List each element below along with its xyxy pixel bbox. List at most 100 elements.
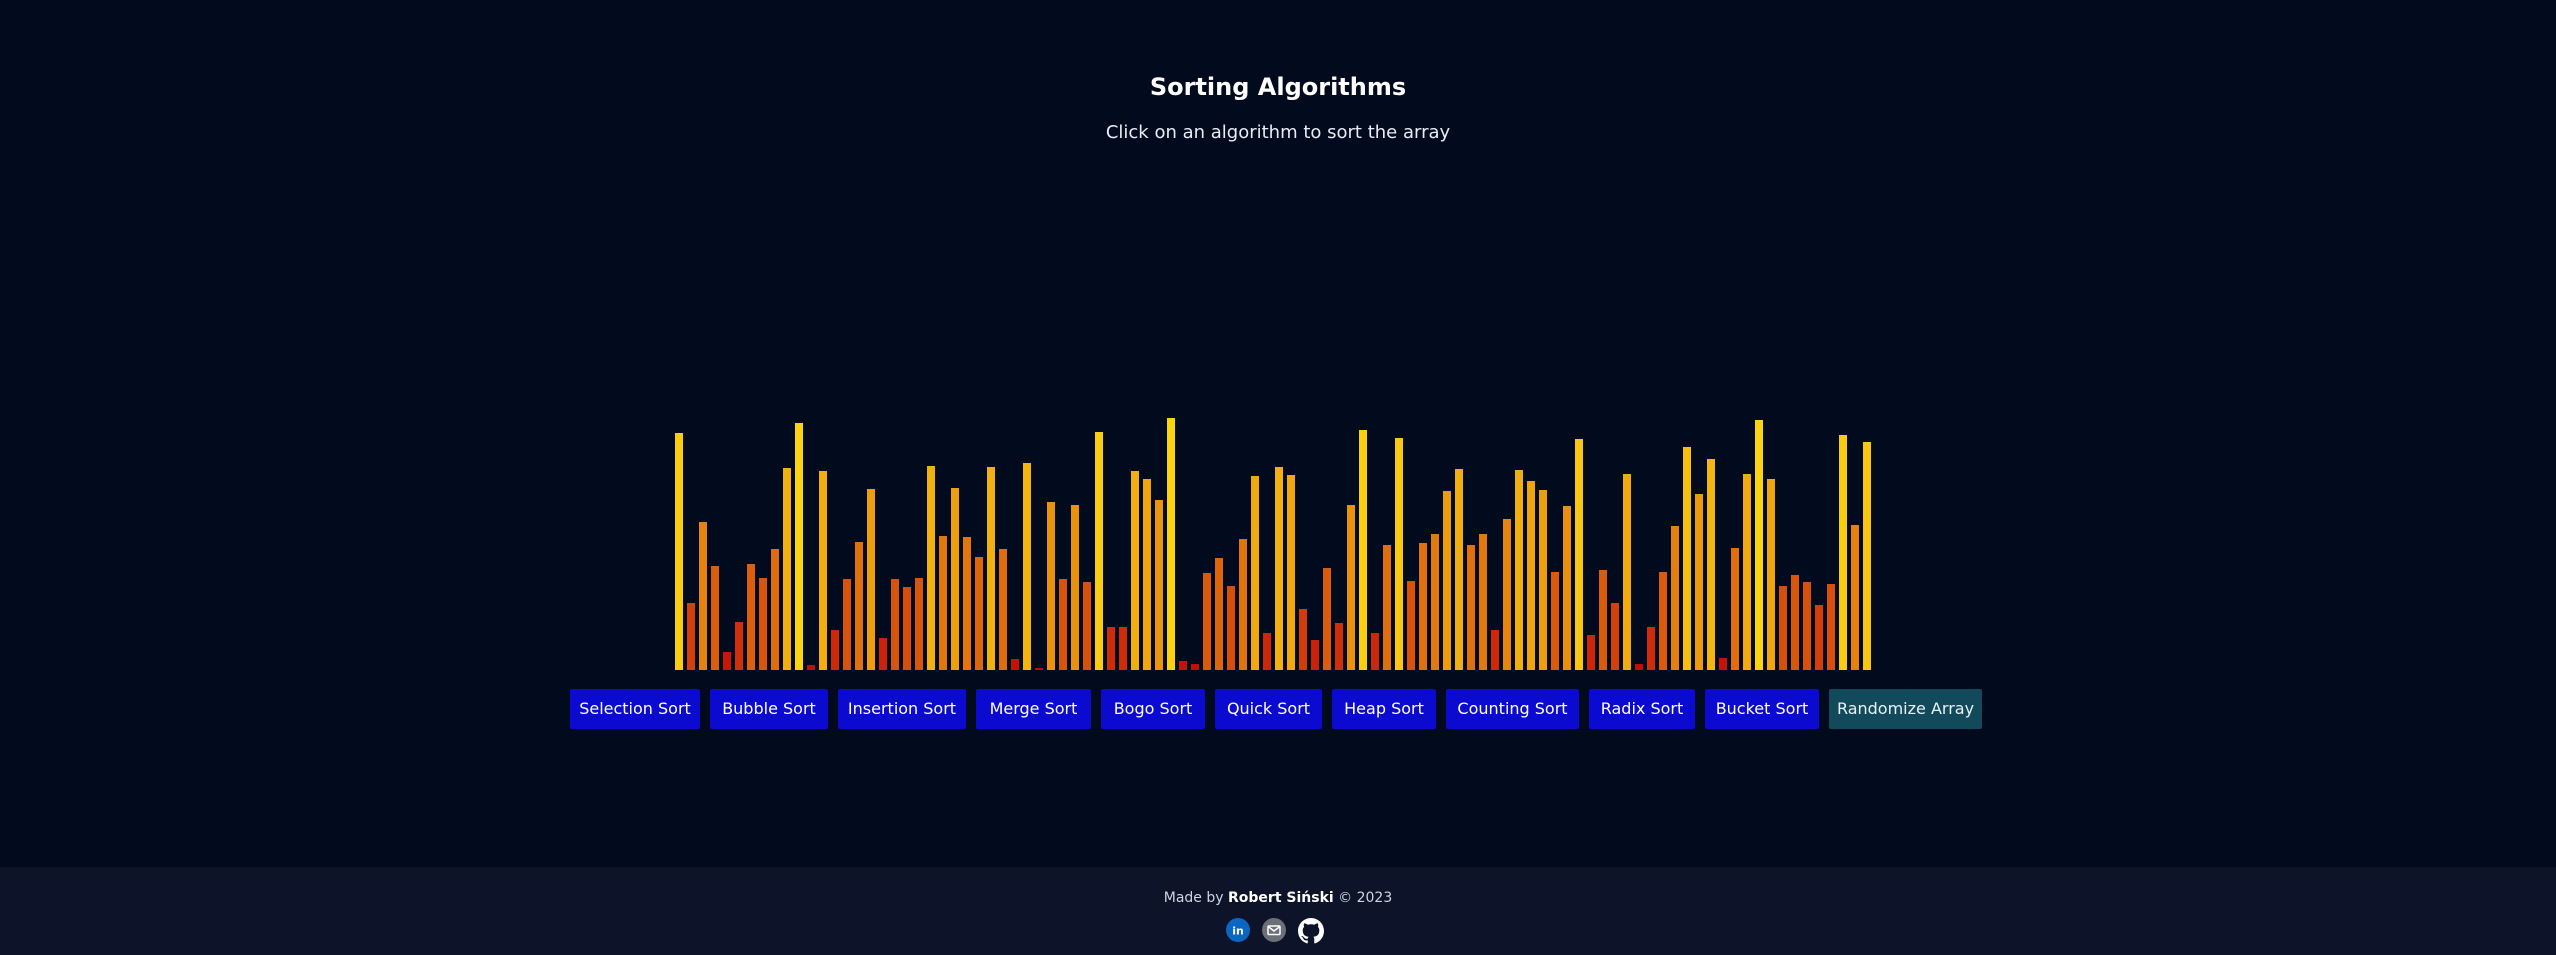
array-bar: [1095, 432, 1103, 670]
array-bar: [1467, 545, 1475, 670]
array-bar: [675, 433, 683, 670]
array-bar: [1491, 630, 1499, 670]
array-bar: [1107, 627, 1115, 670]
array-bar: [1623, 474, 1631, 670]
array-bar: [855, 542, 863, 670]
array-bar: [1347, 504, 1355, 670]
array-bar: [1575, 439, 1583, 670]
linkedin-icon[interactable]: in: [1226, 918, 1250, 942]
array-bar: [795, 422, 803, 670]
array-bar: [1119, 627, 1127, 670]
array-bar: [1527, 481, 1535, 670]
heap-sort-button[interactable]: Heap Sort: [1332, 689, 1436, 729]
array-bar: [1707, 458, 1715, 670]
array-bar: [1755, 419, 1763, 670]
footer: Made by Robert Siński © 2023 in: [0, 867, 2556, 955]
selection-sort-button[interactable]: Selection Sort: [570, 689, 700, 729]
array-bar: [1407, 581, 1415, 670]
array-bar: [1779, 586, 1787, 670]
array-bar: [951, 488, 959, 670]
array-bar: [1827, 584, 1835, 670]
array-bar: [1371, 633, 1379, 670]
array-bar: [1251, 476, 1259, 670]
insertion-sort-button[interactable]: Insertion Sort: [838, 689, 966, 729]
bubble-sort-button[interactable]: Bubble Sort: [710, 689, 828, 729]
copyright-text: © 2023: [1338, 890, 1393, 906]
array-bar: [1299, 608, 1307, 670]
array-bar: [1803, 582, 1811, 670]
quick-sort-button[interactable]: Quick Sort: [1215, 689, 1322, 729]
footer-credit: Made by Robert Siński © 2023: [0, 888, 2556, 908]
array-bar: [879, 638, 887, 670]
array-bar: [987, 466, 995, 670]
array-bar: [1395, 438, 1403, 670]
array-bar: [867, 489, 875, 670]
array-bar: [1359, 430, 1367, 670]
array-bar: [1143, 479, 1151, 670]
array-bar: [1311, 640, 1319, 670]
array-bar: [963, 537, 971, 670]
array-bar: [1179, 660, 1187, 670]
array-bar: [807, 664, 815, 670]
merge-sort-button[interactable]: Merge Sort: [976, 689, 1091, 729]
email-icon[interactable]: [1262, 918, 1286, 942]
array-bar: [1167, 417, 1175, 670]
array-bar: [1011, 658, 1019, 670]
array-bar: [1479, 534, 1487, 670]
array-bar: [747, 563, 755, 670]
social-links: in: [1226, 918, 1330, 944]
randomize-array-button[interactable]: Randomize Array: [1829, 689, 1982, 729]
array-bar: [1035, 667, 1043, 670]
array-bar: [1599, 569, 1607, 670]
array-bar: [1695, 494, 1703, 670]
array-bar: [1239, 539, 1247, 670]
array-bar: [1287, 475, 1295, 670]
array-bar: [1743, 474, 1751, 670]
array-bar: [735, 622, 743, 670]
array-bar: [1383, 545, 1391, 670]
array-bar: [975, 556, 983, 670]
array-bar: [1083, 582, 1091, 670]
array-bar: [1731, 547, 1739, 670]
array-bar: [1455, 468, 1463, 670]
array-bar: [1503, 518, 1511, 670]
array-bar: [1719, 657, 1727, 670]
bogo-sort-button[interactable]: Bogo Sort: [1101, 689, 1205, 729]
array-bar: [699, 521, 707, 670]
array-bar: [1647, 627, 1655, 670]
radix-sort-button[interactable]: Radix Sort: [1589, 689, 1695, 729]
array-bar: [903, 587, 911, 670]
page-subtitle: Click on an algorithm to sort the array: [1105, 122, 1451, 143]
array-bar: [1587, 635, 1595, 670]
array-bar: [1431, 534, 1439, 670]
array-bar: [1203, 573, 1211, 670]
array-bar: [1551, 572, 1559, 670]
array-bar: [915, 578, 923, 670]
array-bar: [1683, 447, 1691, 670]
array-bar: [1539, 490, 1547, 670]
array-bar: [1215, 557, 1223, 670]
bucket-sort-button[interactable]: Bucket Sort: [1705, 689, 1819, 729]
array-bar: [711, 565, 719, 670]
array-bar: [1023, 462, 1031, 670]
array-bar: [1443, 491, 1451, 670]
array-bar: [1059, 579, 1067, 670]
array-bar: [999, 548, 1007, 670]
github-icon[interactable]: [1298, 918, 1324, 944]
array-bar: [1155, 499, 1163, 670]
array-bar: [1791, 575, 1799, 670]
array-bar: [1635, 663, 1643, 670]
array-bar: [1071, 504, 1079, 670]
counting-sort-button[interactable]: Counting Sort: [1446, 689, 1579, 729]
array-bar: [1227, 586, 1235, 670]
made-by-text: Made by: [1163, 890, 1224, 906]
array-bar: [927, 465, 935, 670]
page-title: Sorting Algorithms: [1149, 73, 1407, 101]
array-bar: [1515, 469, 1523, 670]
array-bar: [1767, 479, 1775, 670]
array-bar: [1863, 442, 1871, 670]
array-bar: [819, 470, 827, 670]
array-bar: [1671, 526, 1679, 670]
array-bar: [1191, 663, 1199, 670]
array-bar: [1323, 567, 1331, 670]
